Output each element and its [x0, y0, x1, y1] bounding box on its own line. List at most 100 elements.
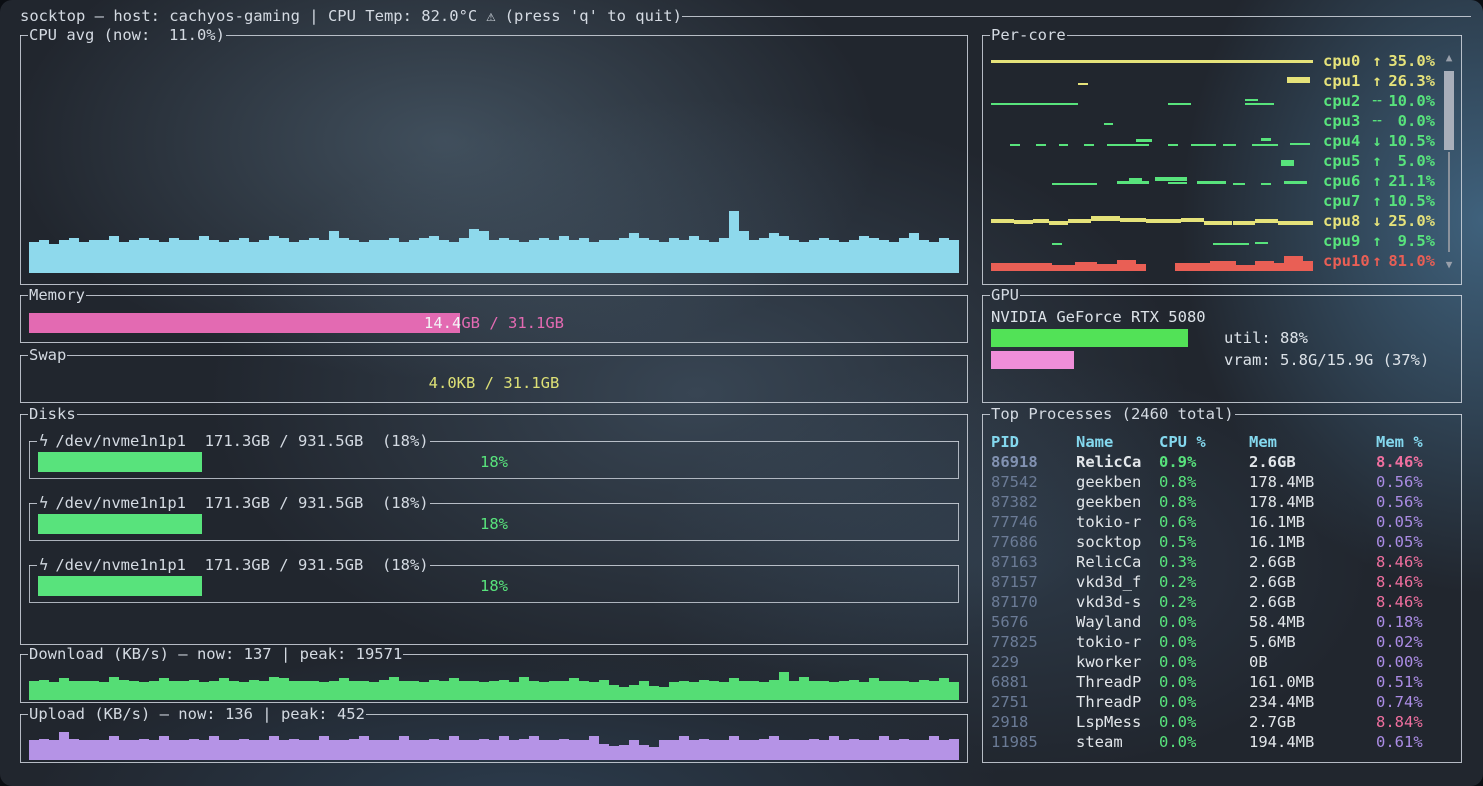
process-pid: 2918: [991, 712, 1076, 732]
process-row[interactable]: 2751ThreadP0.0%234.4MB0.74%: [991, 692, 1453, 712]
chart-bar: [639, 681, 649, 700]
chart-bar: [169, 740, 179, 760]
core-percent: 10.5%: [1384, 191, 1435, 211]
core-scrollbar[interactable]: ▲ ▼: [1443, 51, 1455, 272]
core-percent: 0.0%: [1384, 111, 1435, 131]
chart-bar: [759, 238, 769, 273]
core-name: cpu9: [1323, 231, 1370, 251]
chart-bar: [269, 236, 279, 273]
process-row[interactable]: 77686socktop0.5%16.1MB0.05%: [991, 532, 1453, 552]
core-percent: 10.0%: [1384, 91, 1435, 111]
disk-item-header: ϟ/dev/nvme1n1p1 171.3GB / 931.5GB (18%): [29, 493, 959, 513]
process-mem: 0B: [1249, 652, 1376, 672]
chart-bar: [499, 680, 509, 700]
chart-bar: [799, 242, 809, 273]
chart-bar: [39, 680, 49, 700]
process-row[interactable]: 5676Wayland0.0%58.4MB0.18%: [991, 612, 1453, 632]
chart-bar: [819, 740, 829, 760]
chart-bar: [109, 236, 119, 273]
chart-bar: [139, 682, 149, 700]
process-name: ThreadP: [1076, 672, 1159, 692]
core-label: cpu9↑ 9.5%: [1323, 231, 1435, 251]
chart-bar: [849, 680, 859, 700]
chart-bar: [729, 211, 739, 273]
chart-bar: [889, 740, 899, 760]
process-mem-percent: 0.05%: [1376, 532, 1453, 552]
chart-bar: [889, 681, 899, 700]
spark-segment: [1233, 183, 1246, 185]
process-pid: 87170: [991, 592, 1076, 612]
process-row[interactable]: 2918LspMess0.0%2.7GB8.84%: [991, 712, 1453, 732]
cpu-avg-panel-header: CPU avg (now: 11.0%): [20, 25, 968, 45]
process-row[interactable]: 87157vkd3d_f0.2%2.6GB8.46%: [991, 572, 1453, 592]
memory-title: Memory: [28, 285, 86, 305]
chart-bar: [59, 678, 69, 700]
process-row[interactable]: 6881ThreadP0.0%161.0MB0.51%: [991, 672, 1453, 692]
scrollbar-thumb[interactable]: [1444, 71, 1454, 150]
spark-segment: [1274, 263, 1284, 271]
gpu-title: GPU: [990, 285, 1020, 305]
core-percent: 5.0%: [1384, 151, 1435, 171]
cpu-avg-title: CPU avg (now: 11.0%): [28, 25, 226, 45]
process-row[interactable]: 229kworker0.0%0B0.00%: [991, 652, 1453, 672]
core-sparkline: [991, 251, 1313, 271]
process-row[interactable]: 87542geekben0.8%178.4MB0.56%: [991, 472, 1453, 492]
column-header-pid[interactable]: PID: [991, 432, 1076, 452]
scrollbar-track[interactable]: [1448, 152, 1450, 252]
chart-bar: [819, 238, 829, 273]
chart-bar: [619, 687, 629, 700]
spark-segment: [1213, 243, 1248, 245]
core-percent: 10.5%: [1384, 131, 1435, 151]
chart-bar: [699, 680, 709, 700]
chart-bar: [629, 740, 639, 760]
chart-bar: [939, 678, 949, 700]
spark-segment: [1129, 178, 1142, 181]
chart-bar: [439, 240, 449, 273]
scroll-down-icon[interactable]: ▼: [1443, 258, 1455, 272]
process-row[interactable]: 77746tokio-r0.6%16.1MB0.05%: [991, 512, 1453, 532]
gpu-util-label: util: 88%: [1224, 328, 1308, 348]
chart-bar: [789, 240, 799, 273]
chart-bar: [89, 681, 99, 700]
chart-bar: [69, 238, 79, 273]
process-mem-percent: 8.84%: [1376, 712, 1453, 732]
disk-item-1: ϟ/dev/nvme1n1p1 171.3GB / 931.5GB (18%)1…: [29, 503, 959, 541]
core-name: cpu7: [1323, 191, 1370, 211]
process-row[interactable]: 87170vkd3d-s0.2%2.6GB8.46%: [991, 592, 1453, 612]
chart-bar: [109, 677, 119, 700]
chart-bar: [519, 739, 529, 760]
chart-bar: [459, 740, 469, 760]
spark-segment: [1233, 221, 1256, 225]
column-header-name[interactable]: Name: [1076, 432, 1159, 452]
process-name: steam: [1076, 732, 1159, 752]
process-row[interactable]: 86918RelicCa0.9%2.6GB8.46%: [991, 452, 1453, 472]
chart-bar: [779, 672, 789, 700]
chart-bar: [419, 740, 429, 760]
column-header-mem[interactable]: Mem %: [1376, 432, 1453, 452]
chart-bar: [789, 681, 799, 700]
chart-bar: [529, 736, 539, 760]
spark-segment: [1136, 139, 1152, 142]
chart-bar: [569, 240, 579, 273]
chart-bar: [49, 682, 59, 700]
process-row[interactable]: 77825tokio-r0.0%5.6MB0.02%: [991, 632, 1453, 652]
process-pid: 87157: [991, 572, 1076, 592]
process-row[interactable]: 87163RelicCa0.3%2.6GB8.46%: [991, 552, 1453, 572]
process-table-header: PIDNameCPU %MemMem %: [991, 432, 1453, 452]
chart-bar: [289, 681, 299, 700]
column-header-cpu[interactable]: CPU %: [1159, 432, 1249, 452]
core-percent: 9.5%: [1384, 231, 1435, 251]
chart-bar: [249, 680, 259, 700]
scroll-up-icon[interactable]: ▲: [1443, 51, 1455, 65]
column-header-mem[interactable]: Mem: [1249, 432, 1376, 452]
chart-bar: [869, 678, 879, 700]
process-cpu-percent: 0.0%: [1159, 612, 1249, 632]
memory-panel-header: Memory: [20, 285, 968, 305]
spark-segment: [1075, 262, 1098, 271]
chart-bar: [689, 682, 699, 700]
spark-segment: [1107, 144, 1149, 146]
core-list: cpu0↑35.0%cpu1↑26.3%cpu2╌10.0%cpu3╌ 0.0%…: [991, 51, 1435, 271]
process-mem: 161.0MB: [1249, 672, 1376, 692]
process-row[interactable]: 87382geekben0.8%178.4MB0.56%: [991, 492, 1453, 512]
process-row[interactable]: 11985steam0.0%194.4MB0.61%: [991, 732, 1453, 752]
